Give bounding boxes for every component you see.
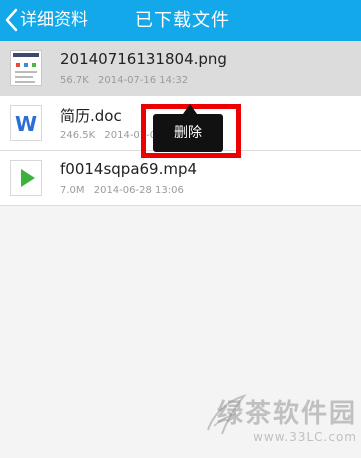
file-name: 简历.doc — [60, 107, 122, 125]
file-name: 20140716131804.png — [60, 50, 227, 68]
chevron-left-icon — [0, 0, 20, 41]
page-title: 已下载文件 — [135, 10, 230, 31]
file-size: 56.7K — [60, 75, 89, 86]
file-meta: 56.7K 2014-07-16 14:32 — [60, 75, 194, 86]
file-row[interactable]: f0014sqpa69.mp4 7.0M 2014-06-28 13:06 — [0, 151, 361, 206]
back-button[interactable]: 详细资料 — [0, 0, 104, 41]
file-meta: 7.0M 2014-06-28 13:06 — [60, 185, 190, 196]
back-label: 详细资料 — [20, 10, 88, 30]
watermark: 绿茶软件园 www.33LC.com — [217, 393, 357, 444]
watermark-brand: 绿茶软件园 — [216, 399, 357, 429]
file-name: f0014sqpa69.mp4 — [60, 160, 198, 178]
title-bar: 详细资料 已下载文件 — [0, 0, 361, 41]
watermark-url: www.33LC.com — [253, 430, 357, 444]
file-size: 246.5K — [60, 130, 96, 141]
image-thumbnail-icon — [10, 50, 42, 86]
svg-text:W: W — [15, 112, 37, 136]
file-row[interactable]: 20140716131804.png 56.7K 2014-07-16 14:3… — [0, 41, 361, 96]
delete-button[interactable]: 删除 — [153, 114, 223, 152]
file-date: 2014-06-28 13:06 — [93, 185, 184, 196]
video-play-icon — [10, 160, 42, 196]
popup-arrow — [183, 104, 197, 114]
file-date: 2014-07-16 14:32 — [98, 75, 189, 86]
file-size: 7.0M — [60, 185, 85, 196]
word-document-icon: W — [10, 105, 42, 141]
screen: 详细资料 已下载文件 20140716131804.png 56.7K 2014… — [0, 0, 361, 458]
